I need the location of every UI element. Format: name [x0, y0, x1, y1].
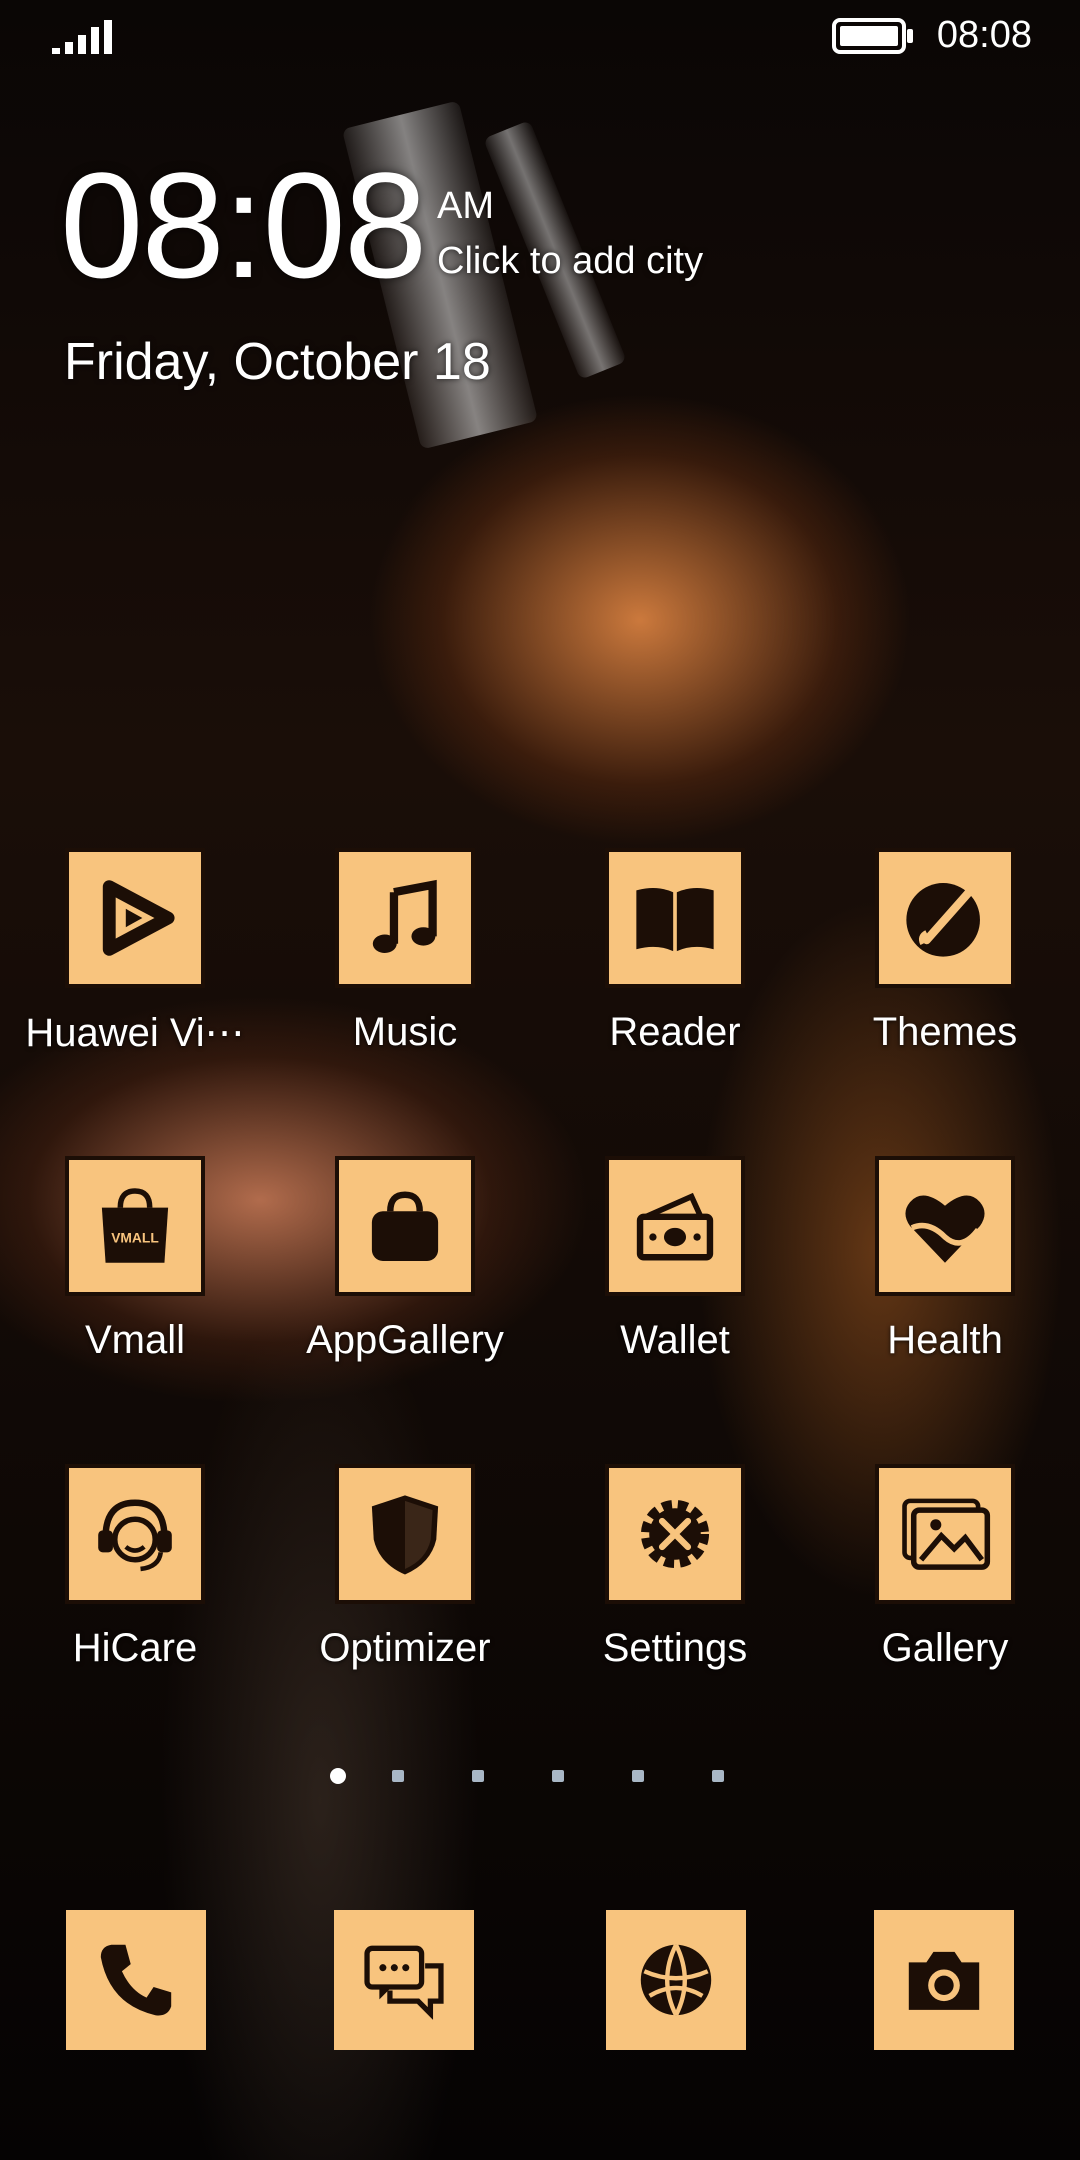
heart-icon: [905, 1195, 985, 1263]
app-tile[interactable]: VMALL: [65, 1156, 205, 1296]
app-label: Music: [352, 1010, 458, 1054]
page-dot-2[interactable]: [392, 1770, 404, 1782]
status-bar: 08:08: [0, 0, 1080, 72]
app-tile[interactable]: [875, 1464, 1015, 1604]
app-tile[interactable]: [65, 1464, 205, 1604]
app-label: Health: [887, 1318, 1003, 1362]
app-tile[interactable]: [335, 1464, 475, 1604]
app-hicare[interactable]: HiCare: [0, 1464, 270, 1671]
app-reader[interactable]: Reader: [540, 848, 810, 1055]
app-label: Gallery: [881, 1626, 1009, 1670]
shopping-bag-icon: [371, 1191, 439, 1261]
app-health[interactable]: Health: [810, 1156, 1080, 1363]
globe-icon: [640, 1943, 712, 2017]
app-settings[interactable]: Settings: [540, 1464, 810, 1671]
app-label: Huawei Vi⋯: [25, 1011, 245, 1055]
phone-icon: [100, 1944, 172, 2016]
app-tile[interactable]: [875, 1156, 1015, 1296]
page-dot-1[interactable]: [330, 1768, 346, 1784]
clock-date[interactable]: Friday, October 18: [64, 332, 491, 392]
app-label: Optimizer: [319, 1626, 491, 1670]
page-dot-6[interactable]: [712, 1770, 724, 1782]
app-optimizer[interactable]: Optimizer: [270, 1464, 540, 1671]
huawei-video-icon: [102, 880, 175, 956]
page-dot-3[interactable]: [472, 1770, 484, 1782]
status-time: 08:08: [936, 14, 1032, 56]
page-indicator[interactable]: [330, 1766, 730, 1786]
app-tile[interactable]: [605, 848, 745, 988]
headset-support-icon: [98, 1499, 172, 1572]
app-tile[interactable]: [875, 848, 1015, 988]
vmall-icon-text: VMALL: [111, 1231, 159, 1246]
app-tile[interactable]: [605, 1156, 745, 1296]
book-icon: [636, 888, 714, 952]
dock-messaging-button[interactable]: [334, 1910, 474, 2050]
app-label: Themes: [872, 1010, 1018, 1054]
app-themes[interactable]: Themes: [810, 848, 1080, 1055]
dock-camera-button[interactable]: [874, 1910, 1014, 2050]
app-label: Settings: [602, 1626, 748, 1670]
shield-icon: [371, 1495, 439, 1575]
app-tile[interactable]: [605, 1464, 745, 1604]
page-dot-4[interactable]: [552, 1770, 564, 1782]
clock-time[interactable]: 08:08: [60, 150, 427, 300]
chat-icon: [364, 1945, 444, 2020]
app-vmall[interactable]: VMALL Vmall: [0, 1156, 270, 1363]
wallet-cash-icon: [636, 1192, 714, 1261]
signal-bars-icon: [52, 20, 112, 54]
camera-icon: [908, 1951, 980, 2010]
app-appgallery[interactable]: AppGallery: [270, 1156, 540, 1363]
page-dot-5[interactable]: [632, 1770, 644, 1782]
app-label: Wallet: [620, 1318, 730, 1362]
app-label: Vmall: [84, 1318, 186, 1362]
vmall-bag-icon: VMALL: [101, 1188, 169, 1263]
dock-phone-button[interactable]: [66, 1910, 206, 2050]
app-huawei-video[interactable]: Huawei Vi⋯: [0, 848, 270, 1056]
app-label: Reader: [609, 1010, 741, 1054]
battery-icon: [832, 18, 913, 54]
music-note-icon: [372, 879, 437, 953]
paintbrush-icon: [906, 883, 980, 957]
app-tile[interactable]: [335, 848, 475, 988]
gear-tools-icon: [640, 1499, 710, 1569]
app-tile[interactable]: [335, 1156, 475, 1296]
clock-ampm: AM: [437, 185, 494, 227]
dock-browser-button[interactable]: [606, 1910, 746, 2050]
app-label: HiCare: [72, 1626, 198, 1670]
app-wallet[interactable]: Wallet: [540, 1156, 810, 1363]
app-label: AppGallery: [306, 1318, 504, 1362]
app-tile[interactable]: [65, 848, 205, 988]
app-gallery[interactable]: Gallery: [810, 1464, 1080, 1671]
photo-icon: [902, 1498, 991, 1570]
add-city-link[interactable]: Click to add city: [437, 240, 703, 283]
app-music[interactable]: Music: [270, 848, 540, 1055]
